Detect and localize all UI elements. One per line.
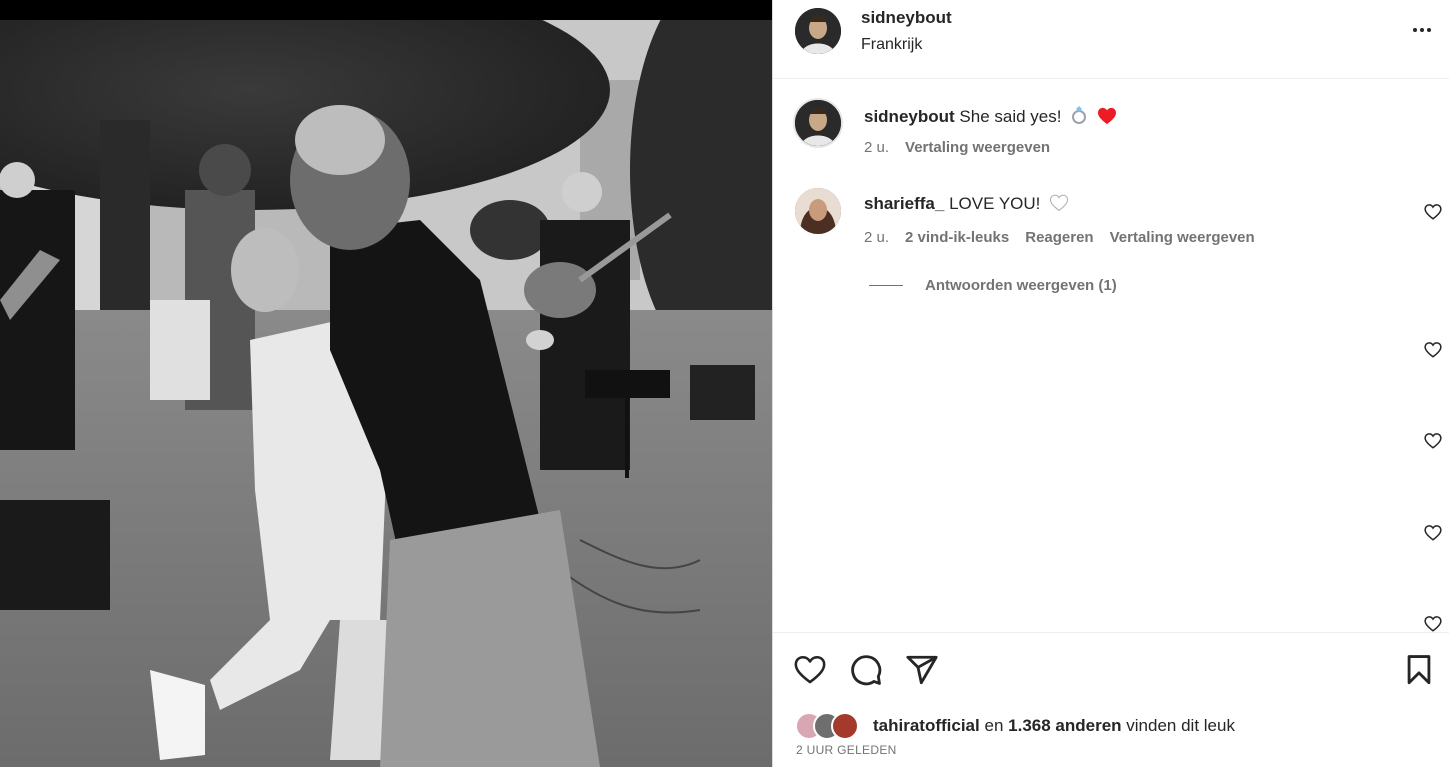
comment-icon[interactable] — [849, 653, 883, 687]
caption-translate-link[interactable]: Vertaling weergeven — [905, 139, 1050, 156]
ring-icon — [1070, 105, 1088, 130]
red-heart-icon — [1097, 107, 1117, 130]
dot — [1427, 28, 1431, 32]
comment-text-row: sharieffa_ LOVE YOU! — [864, 194, 1069, 217]
post-header: sidneybout Frankrijk — [773, 0, 1449, 79]
replies-divider-line — [869, 285, 903, 286]
avatar-image — [795, 188, 841, 234]
comment-translate-link[interactable]: Vertaling weergeven — [1110, 229, 1255, 246]
comment-meta: 2 u. 2 vind-ik-leuks Reageren Vertaling … — [864, 229, 1255, 246]
caption-meta: 2 u. Vertaling weergeven — [864, 139, 1050, 156]
dot — [1413, 28, 1417, 32]
post-timestamp[interactable]: 2 UUR GELEDEN — [796, 743, 897, 757]
post-location[interactable]: Frankrijk — [861, 36, 922, 54]
comments-list[interactable]: sidneybout She said yes! 2 u. Vertaling … — [773, 79, 1449, 632]
post-photo-pane — [0, 0, 772, 767]
comment-reply-link[interactable]: Reageren — [1025, 229, 1093, 246]
comment-like-icon[interactable] — [1424, 203, 1442, 221]
post-photo[interactable] — [0, 20, 772, 767]
view-replies-button[interactable]: Antwoorden weergeven (1) — [869, 277, 1117, 294]
likes-suffix: vinden dit leuk — [1126, 716, 1235, 735]
comment-like-icon[interactable] — [1424, 341, 1442, 359]
more-options-icon[interactable] — [1410, 20, 1434, 40]
liker-avatar — [831, 712, 859, 740]
white-heart-icon — [1049, 194, 1069, 217]
comment-like-icon[interactable] — [1424, 432, 1442, 450]
caption-text: She said yes! — [959, 107, 1062, 126]
post-actions: tahiratofficial en 1.368 anderen vinden … — [773, 632, 1449, 767]
liker-username[interactable]: tahiratofficial — [873, 716, 980, 735]
comment-time[interactable]: 2 u. — [864, 229, 889, 246]
comment-like-icon[interactable] — [1424, 615, 1442, 632]
likes-text: tahiratofficial en 1.368 anderen vinden … — [873, 716, 1235, 736]
caption-time[interactable]: 2 u. — [864, 139, 889, 156]
comment-text: LOVE YOU! — [949, 194, 1041, 213]
caption-avatar[interactable] — [793, 98, 843, 148]
photo-top-bar — [0, 0, 772, 20]
post-side-panel: sidneybout Frankrijk sidneybout She said… — [772, 0, 1449, 767]
bookmark-icon[interactable] — [1402, 653, 1436, 687]
author-avatar[interactable] — [795, 8, 841, 54]
likes-connector: en — [984, 716, 1004, 735]
view-replies-label: Antwoorden weergeven (1) — [925, 277, 1117, 294]
avatar-image — [795, 8, 841, 54]
likers-avatars[interactable] — [795, 712, 867, 740]
comment-like-icon[interactable] — [1424, 524, 1442, 542]
heart-icon[interactable] — [793, 653, 827, 687]
dot — [1420, 28, 1424, 32]
avatar-image — [795, 100, 841, 146]
likes-count-link[interactable]: 1.368 anderen — [1008, 716, 1121, 735]
comment-username[interactable]: sharieffa_ — [864, 194, 944, 213]
author-username[interactable]: sidneybout — [861, 8, 952, 28]
commenter-avatar[interactable] — [795, 188, 841, 234]
caption-text-row: sidneybout She said yes! — [864, 105, 1117, 130]
comment-likes-link[interactable]: 2 vind-ik-leuks — [905, 229, 1009, 246]
caption-username[interactable]: sidneybout — [864, 107, 955, 126]
likes-summary: tahiratofficial en 1.368 anderen vinden … — [795, 712, 1235, 740]
share-icon[interactable] — [905, 653, 939, 687]
